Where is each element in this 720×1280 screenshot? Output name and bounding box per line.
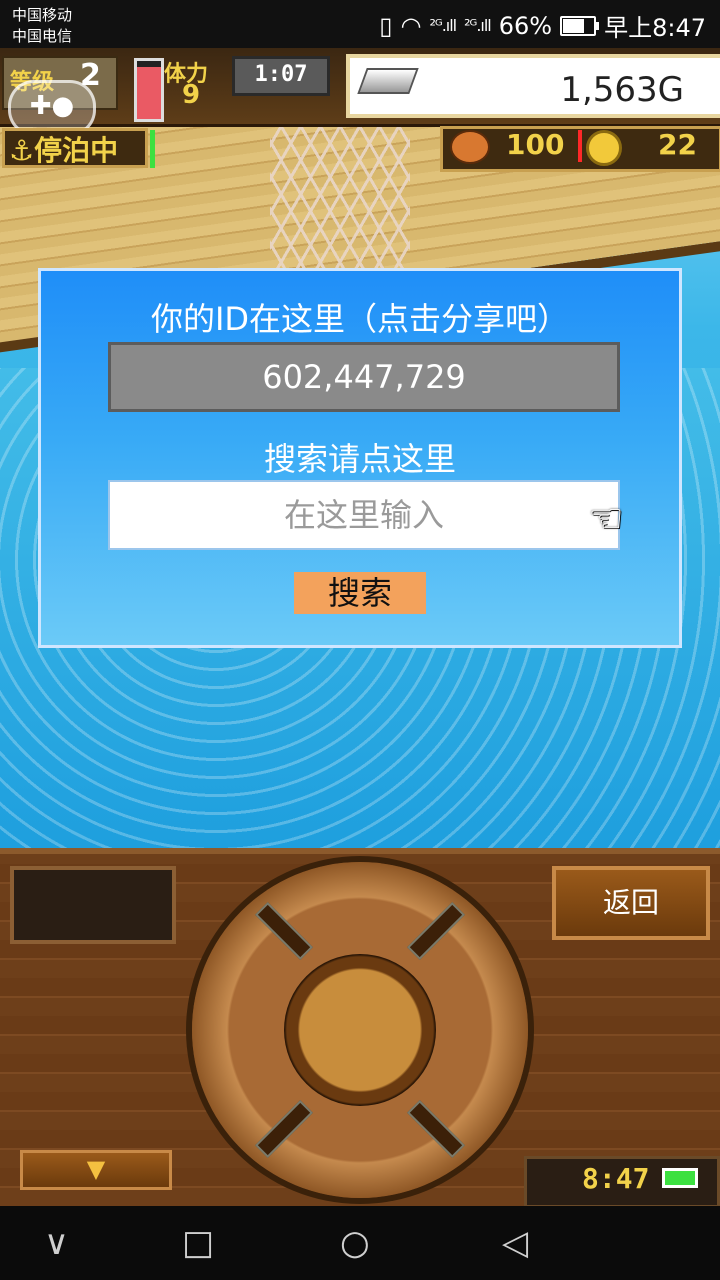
search-button[interactable]: 搜索	[294, 572, 426, 614]
silver-bar-icon	[357, 68, 419, 94]
carrier-label-1: 中国移动	[12, 6, 73, 24]
battery-percent: 66%	[498, 11, 553, 40]
carrier-label-2: 中国电信	[12, 27, 73, 45]
collapse-icon[interactable]: ∨	[44, 1226, 69, 1260]
wheel-spoke	[255, 902, 313, 960]
console-screen	[10, 866, 176, 944]
return-button[interactable]: 返回	[552, 866, 710, 940]
home-button[interactable]: ○	[340, 1226, 370, 1260]
search-label: 搜索请点这里	[263, 440, 456, 478]
battery-icon	[560, 15, 600, 36]
stamina-value: 9	[182, 80, 201, 110]
stamina-timer: 1:07	[232, 56, 330, 96]
status-icons: ▯ ◠ ²ᴳ.ıll ²ᴳ.ıll 66% 早上8:47	[379, 8, 706, 43]
search-input[interactable]	[108, 480, 620, 550]
status-indicator	[150, 130, 155, 168]
food-amount: 100	[506, 128, 565, 161]
down-arrow-button[interactable]: ▼	[20, 1150, 172, 1190]
wifi-icon: ◠	[400, 11, 422, 40]
vibrate-icon: ▯	[379, 11, 393, 40]
game-clock: 8:47	[582, 1162, 650, 1195]
signal-icon-2: ²ᴳ.ıll	[464, 16, 492, 35]
status-badge: ⚓停泊中	[2, 128, 148, 168]
clock: 早上8:47	[604, 14, 706, 42]
signal-icon-1: ²ᴳ.ıll	[429, 16, 457, 35]
food-icon	[450, 130, 490, 164]
wheel-spoke	[255, 1100, 313, 1158]
wheel-spoke	[407, 1100, 465, 1158]
wheel-center-button[interactable]	[284, 954, 436, 1106]
battery-icon-small	[662, 1168, 698, 1188]
dialog-title: 你的ID在这里（点击分享吧）	[150, 300, 570, 338]
stamina-fill	[137, 66, 161, 119]
player-id-share-button[interactable]: 602,447,729	[108, 342, 620, 412]
back-button[interactable]: ◁	[502, 1226, 528, 1260]
gold-amount: 1,563G	[560, 70, 684, 110]
coin-icon	[586, 130, 622, 166]
status-bar: 中国移动 中国电信 ▯ ◠ ²ᴳ.ıll ²ᴳ.ıll 66% 早上8:47	[0, 0, 720, 48]
divider	[578, 130, 582, 162]
pointing-hand-icon: ☜	[588, 496, 624, 542]
stamina-bar	[134, 58, 164, 122]
coin-amount: 22	[658, 128, 697, 161]
wheel-spoke	[407, 902, 465, 960]
recents-button[interactable]: □	[182, 1226, 214, 1260]
